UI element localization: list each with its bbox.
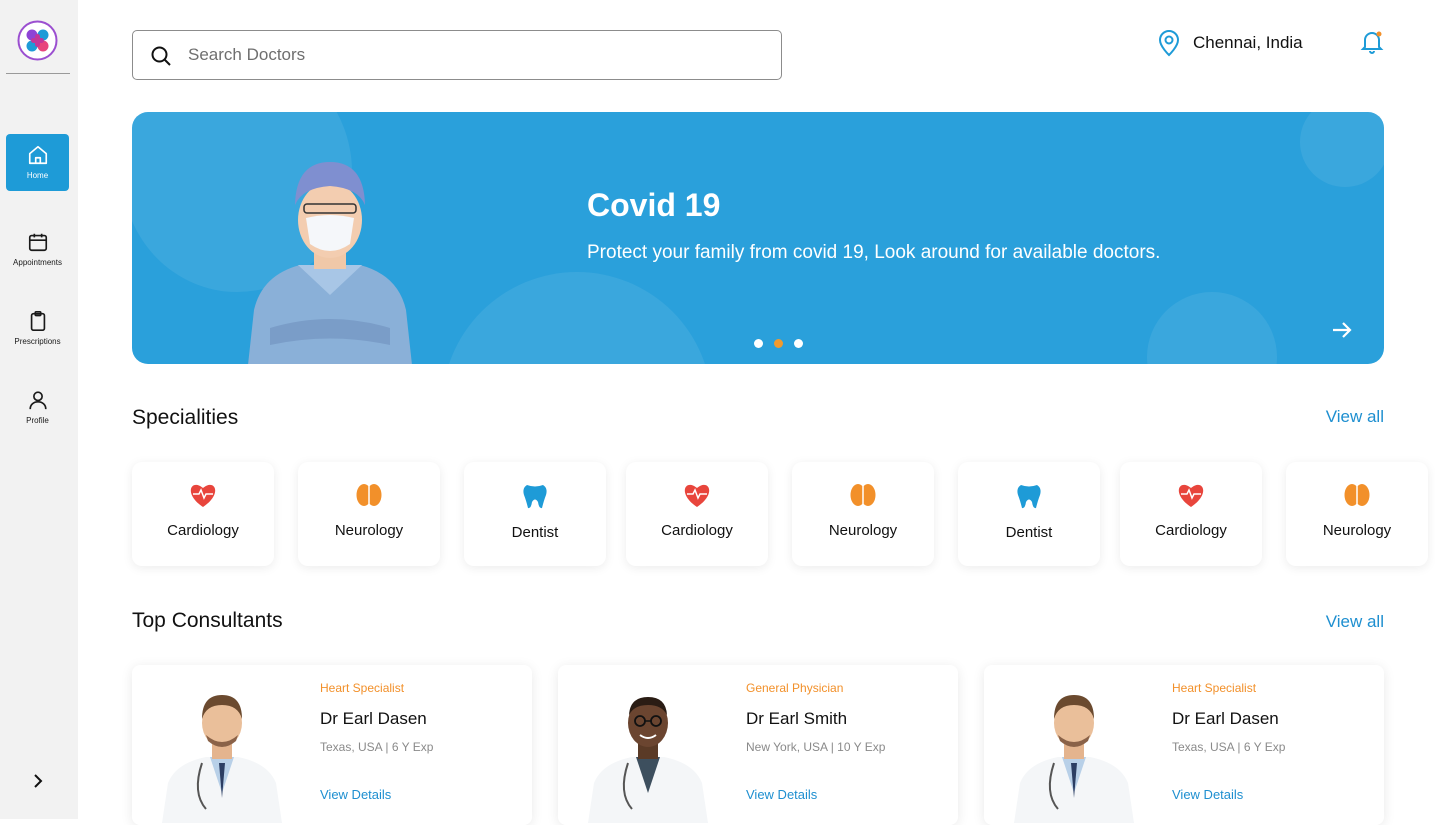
speciality-card-cardiology[interactable]: Cardiology (626, 462, 768, 566)
decor-circle (1147, 292, 1277, 364)
consultant-specialty: Heart Specialist (320, 681, 405, 695)
sidebar-item-label: Appointments (13, 258, 62, 267)
heart-icon (684, 484, 710, 507)
doctor-avatar (588, 697, 708, 823)
speciality-name: Dentist (1005, 524, 1053, 541)
consultant-specialty: Heart Specialist (1172, 681, 1257, 695)
sidebar-item-label: Prescriptions (14, 337, 61, 346)
user-icon (28, 391, 47, 410)
view-details-link[interactable]: View Details (320, 787, 391, 802)
bell-icon[interactable] (1360, 29, 1384, 55)
heart-icon (1178, 484, 1204, 507)
tooth-icon (523, 485, 547, 509)
speciality-name: Cardiology (167, 522, 239, 539)
tooth-icon (1017, 485, 1041, 509)
location-text: Chennai, India (1193, 33, 1303, 52)
brain-icon (356, 484, 382, 506)
location-selector[interactable]: Chennai, India (1157, 28, 1303, 58)
search-input[interactable] (188, 43, 748, 67)
speciality-card-neurology[interactable]: Neurology (1286, 462, 1428, 566)
consultant-specialty: General Physician (746, 681, 844, 695)
sidebar-item-label: Home (26, 171, 49, 180)
consultants-title: Top Consultants (132, 609, 283, 632)
carousel-dot[interactable] (754, 339, 763, 348)
speciality-card-cardiology[interactable]: Cardiology (132, 462, 274, 566)
sidebar-divider (6, 73, 70, 74)
sidebar-item-appointments[interactable]: Appointments (6, 221, 69, 278)
speciality-name: Cardiology (661, 522, 733, 539)
home-icon (28, 145, 47, 165)
sidebar-item-label: Profile (26, 416, 49, 425)
carousel-dot-active[interactable] (774, 339, 783, 348)
chevron-right-icon[interactable] (28, 771, 48, 791)
decor-circle (442, 272, 712, 364)
consultant-name: Dr Earl Dasen (320, 709, 427, 728)
consultant-card[interactable]: Heart Specialist Dr Earl Dasen Texas, US… (132, 665, 532, 825)
brain-icon (1344, 484, 1370, 506)
search-icon (151, 46, 171, 66)
speciality-name: Cardiology (1155, 522, 1227, 539)
sidebar: Home Appointments Prescriptions Profile (0, 0, 78, 819)
doctor-illustration (248, 162, 412, 364)
decor-circle (1300, 112, 1384, 187)
specialities-title: Specialities (132, 406, 239, 429)
sidebar-item-home[interactable]: Home (6, 134, 69, 191)
speciality-card-neurology[interactable]: Neurology (298, 462, 440, 566)
consultant-meta: Texas, USA | 6 Y Exp (1172, 740, 1286, 754)
arrow-right-icon[interactable] (1330, 319, 1354, 341)
banner-subtitle: Protect your family from covid 19, Look … (587, 242, 1161, 263)
location-pin-icon (1158, 30, 1180, 57)
speciality-name: Dentist (511, 524, 559, 541)
speciality-card-neurology[interactable]: Neurology (792, 462, 934, 566)
specialities-view-all-link[interactable]: View all (1326, 407, 1384, 427)
speciality-name: Neurology (1322, 522, 1392, 539)
search-box (132, 30, 782, 80)
speciality-card-dentist[interactable]: Dentist (464, 462, 606, 566)
calendar-icon (28, 233, 47, 252)
consultant-name: Dr Earl Smith (746, 709, 848, 728)
consultant-card[interactable]: Heart Specialist Dr Earl Dasen Texas, US… (984, 665, 1384, 825)
consultant-meta: Texas, USA | 6 Y Exp (320, 740, 434, 754)
speciality-name: Neurology (828, 522, 898, 539)
consultants-view-all-link[interactable]: View all (1326, 612, 1384, 632)
consultant-name: Dr Earl Dasen (1172, 709, 1279, 728)
clipboard-icon (30, 311, 45, 331)
view-details-link[interactable]: View Details (746, 787, 817, 802)
doctor-avatar (162, 695, 282, 823)
consultant-meta: New York, USA | 10 Y Exp (746, 740, 886, 754)
doctor-avatar (1014, 695, 1134, 823)
speciality-card-dentist[interactable]: Dentist (958, 462, 1100, 566)
sidebar-item-prescriptions[interactable]: Prescriptions (6, 300, 69, 357)
brain-icon (850, 484, 876, 506)
view-details-link[interactable]: View Details (1172, 787, 1243, 802)
consultant-card[interactable]: General Physician Dr Earl Smith New York… (558, 665, 958, 825)
sidebar-item-profile[interactable]: Profile (6, 379, 69, 436)
carousel-dot[interactable] (794, 339, 803, 348)
banner-title: Covid 19 (587, 187, 721, 223)
carousel-dots (754, 339, 803, 348)
promo-banner[interactable]: Covid 19 Protect your family from covid … (132, 112, 1384, 364)
speciality-card-cardiology[interactable]: Cardiology (1120, 462, 1262, 566)
speciality-name: Neurology (334, 522, 404, 539)
heart-icon (190, 484, 216, 507)
app-logo-icon[interactable] (17, 20, 58, 61)
